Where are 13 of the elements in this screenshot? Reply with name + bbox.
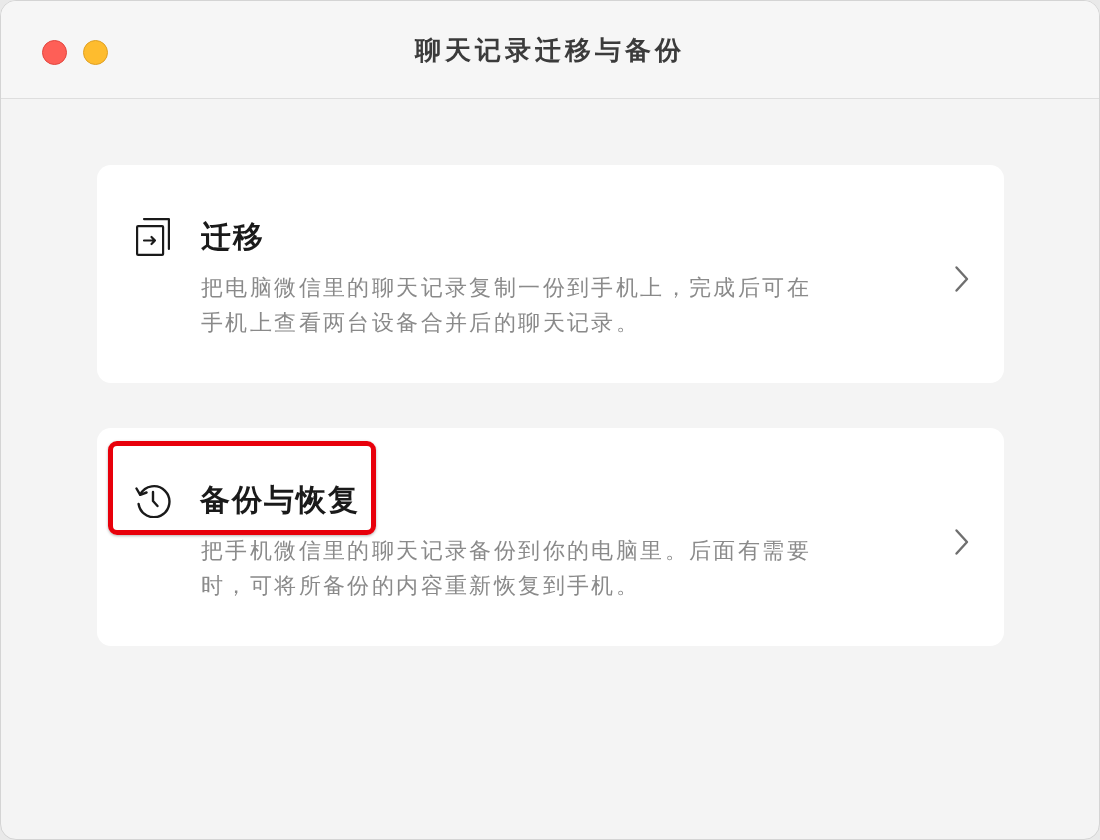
chevron-right-icon (954, 527, 970, 556)
import-document-icon (136, 218, 170, 256)
option-card[interactable]: 迁移 把电脑微信里的聊天记录复制一份到手机上，完成后可在手机上查看两台设备合并后的聊天记录。 (97, 165, 1004, 383)
option-description: 把手机微信里的聊天记录备份到你的电脑里。后面有需要时，可将所备份的内容重新恢复到手机。 (201, 537, 812, 600)
option-card[interactable]: 备份与恢复 把手机微信里的聊天记录备份到你的电脑里。后面有需要时，可将所备份的内容重新恢复到手机。 (97, 428, 1004, 646)
window-title: 聊天记录迁移与备份 (415, 34, 685, 67)
minimize-button[interactable] (83, 40, 108, 65)
option-title: 备份与恢复 (200, 481, 360, 519)
chevron-right-icon (954, 264, 970, 293)
option-title: 迁移 (201, 218, 265, 256)
history-clock-icon (135, 482, 171, 518)
close-button[interactable] (42, 40, 67, 65)
option-description: 把电脑微信里的聊天记录复制一份到手机上，完成后可在手机上查看两台设备合并后的聊天记录。 (201, 274, 812, 337)
